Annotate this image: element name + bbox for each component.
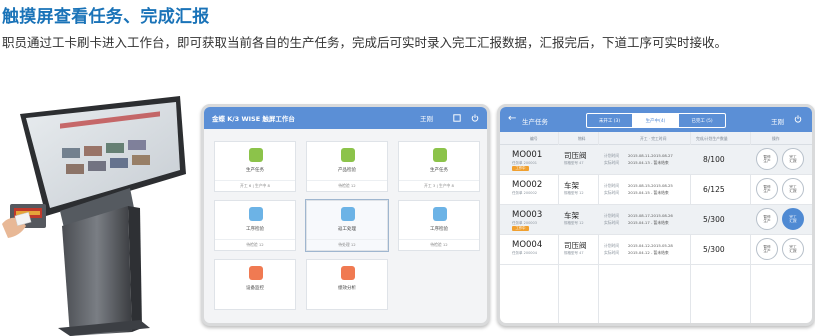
material-spec: 规格型号 12: [564, 191, 584, 195]
tile-performance-analysis[interactable]: 绩效分析: [306, 259, 388, 310]
material-spec: 规格型号 47: [564, 251, 584, 255]
star-icon: [341, 266, 355, 280]
tile-label: 生产任务: [430, 168, 448, 173]
description-paragraph: 职员通过工卡刷卡进入工作台，即可获取当前各自的生产任务，完成后可实时录入完工汇报…: [2, 35, 728, 50]
chart-icon: [249, 148, 263, 162]
tile-footer: 待检验 12: [399, 239, 479, 250]
star-icon: [249, 266, 263, 280]
column-header: 完成/计划生产数量: [696, 136, 728, 141]
status-badge: 工作中: [512, 166, 529, 171]
power-icon[interactable]: [794, 115, 802, 123]
tile-label: 绩效分析: [338, 286, 356, 291]
workbench-tablet: 金蝶 K/3 WISE 触屏工作台 王刚 生产任务开工 6 | 生产中 8 产品…: [201, 104, 490, 326]
tile-footer: 开工 6 | 生产中 8: [215, 180, 295, 191]
tile-footer: 待检验 12: [215, 239, 295, 250]
task-code: MO004: [512, 240, 543, 250]
tile-footer: 开工 3 | 生产中 8: [399, 180, 479, 191]
material-spec: 规格型号 12: [564, 221, 584, 225]
column-header: 物料: [578, 136, 586, 141]
mail-icon: [341, 207, 355, 221]
quantity: 5/300: [703, 245, 725, 254]
table-row[interactable]: MO003 任务单 200003 工作中 车架 规格型号 12 计划时间 实际时间 2015…: [500, 205, 812, 235]
user-name[interactable]: 王刚: [771, 116, 784, 126]
task-top-bar: ← 生产任务 未开工 (3) 生产中(4) 已完工 (5) 王刚: [500, 107, 812, 132]
power-icon[interactable]: [471, 114, 479, 122]
tile-label: 生产任务: [246, 168, 264, 173]
tile-production-task[interactable]: 生产任务开工 6 | 生产中 8: [214, 141, 296, 192]
tile-label: 产品检验: [338, 168, 356, 173]
tab-in-production[interactable]: 生产中(4): [633, 114, 679, 127]
task-code: MO003: [512, 210, 543, 220]
quantity: 6/125: [703, 185, 725, 194]
pause-button[interactable]: 暂停 生产: [756, 238, 778, 260]
report-button[interactable]: 完工 汇报: [782, 148, 804, 170]
time-labels: 计划时间 实际时间: [604, 153, 620, 165]
status-tabs: 未开工 (3) 生产中(4) 已完工 (5): [586, 113, 726, 128]
report-button[interactable]: 完工 汇报: [782, 208, 804, 230]
time-values: 2015.08.15-2015.08.25 2015.04.15 - 暂未结束: [628, 183, 673, 195]
quantity: 8/100: [703, 155, 725, 164]
report-button[interactable]: 完工 汇报: [782, 238, 804, 260]
report-button[interactable]: 完工 汇报: [782, 178, 804, 200]
task-code: MO002: [512, 180, 543, 190]
pause-button[interactable]: 暂停 生产: [756, 148, 778, 170]
status-badge: 工作中: [512, 226, 529, 231]
pause-button[interactable]: 暂停 生产: [756, 178, 778, 200]
column-header: 操作: [772, 136, 780, 141]
page-heading: 触摸屏查看任务、完成汇报: [2, 7, 210, 27]
time-values: 2015.08.11-2015.08.27 2015.04.13 - 暂未结束: [628, 153, 673, 165]
back-arrow-icon[interactable]: ←: [508, 113, 516, 125]
tile-label: 设备监控: [246, 286, 264, 291]
tile-rework[interactable]: 返工处理待处理 12: [305, 199, 389, 252]
tile-product-inspection[interactable]: 产品检验待检验 12: [306, 141, 388, 192]
task-page-title: 生产任务: [522, 118, 548, 126]
table-header: 编号 物料 开工 · 完工时间 完成/计划生产数量 操作: [500, 132, 812, 145]
table-row[interactable]: MO002 任务单 200002 车架 规格型号 12 计划时间 实际时间 2015.08…: [500, 175, 812, 205]
chart-icon: [341, 148, 355, 162]
time-labels: 计划时间 实际时间: [604, 243, 620, 255]
tab-completed[interactable]: 已完工 (5): [679, 114, 725, 127]
mail-icon: [433, 207, 447, 221]
time-labels: 计划时间 实际时间: [604, 183, 620, 195]
quantity: 5/300: [703, 215, 725, 224]
task-code: MO001: [512, 150, 543, 160]
task-list-tablet: ← 生产任务 未开工 (3) 生产中(4) 已完工 (5) 王刚 编号 物料 开…: [497, 104, 815, 326]
time-values: 2015.08.17-2015.08.26 2015.04.17 - 暂未结束: [628, 213, 673, 225]
tile-footer: 待检验 12: [307, 180, 387, 191]
workbench-top-bar: 金蝶 K/3 WISE 触屏工作台 王刚: [204, 107, 487, 129]
pause-button[interactable]: 暂停 生产: [756, 208, 778, 230]
mail-icon: [249, 207, 263, 221]
tile-label: 返工处理: [338, 227, 356, 232]
tab-not-started[interactable]: 未开工 (3): [587, 114, 633, 127]
chart-icon: [433, 148, 447, 162]
material-name: 车架: [564, 181, 579, 190]
user-name[interactable]: 王刚: [420, 113, 433, 123]
task-sub: 任务单 200002: [512, 191, 537, 195]
material-name: 司压阀: [564, 151, 587, 160]
material-name: 司压阀: [564, 241, 587, 250]
tile-label: 工序检验: [246, 227, 264, 232]
material-spec: 规格型号 47: [564, 161, 584, 165]
column-header: 编号: [530, 136, 538, 141]
material-name: 车架: [564, 211, 579, 220]
tile-equipment-monitor[interactable]: 设备监控: [214, 259, 296, 310]
task-sub: 任务单 200004: [512, 251, 537, 255]
tile-label: 工序检验: [430, 227, 448, 232]
tile-process-inspection[interactable]: 工序检验待检验 12: [214, 200, 296, 251]
table-row[interactable]: MO004 任务单 200004 司压阀 规格型号 47 计划时间 实际时间 2015.0…: [500, 235, 812, 265]
tile-production-task-2[interactable]: 生产任务开工 3 | 生产中 8: [398, 141, 480, 192]
tile-footer: 待处理 12: [307, 239, 387, 250]
workbench-title: 金蝶 K/3 WISE 触屏工作台: [212, 115, 295, 123]
time-values: 2015.04.12-2015.05.28 2015.04.12 - 暂未结束: [628, 243, 673, 255]
tile-process-inspection-2[interactable]: 工序检验待检验 12: [398, 200, 480, 251]
time-labels: 计划时间 实际时间: [604, 213, 620, 225]
column-header: 开工 · 完工时间: [640, 136, 667, 141]
table-row[interactable]: MO001 任务单 200001 工作中 司压阀 规格型号 47 计划时间 实际时间 201…: [500, 145, 812, 175]
kiosk-image: [2, 96, 186, 336]
edit-icon[interactable]: [453, 114, 461, 122]
